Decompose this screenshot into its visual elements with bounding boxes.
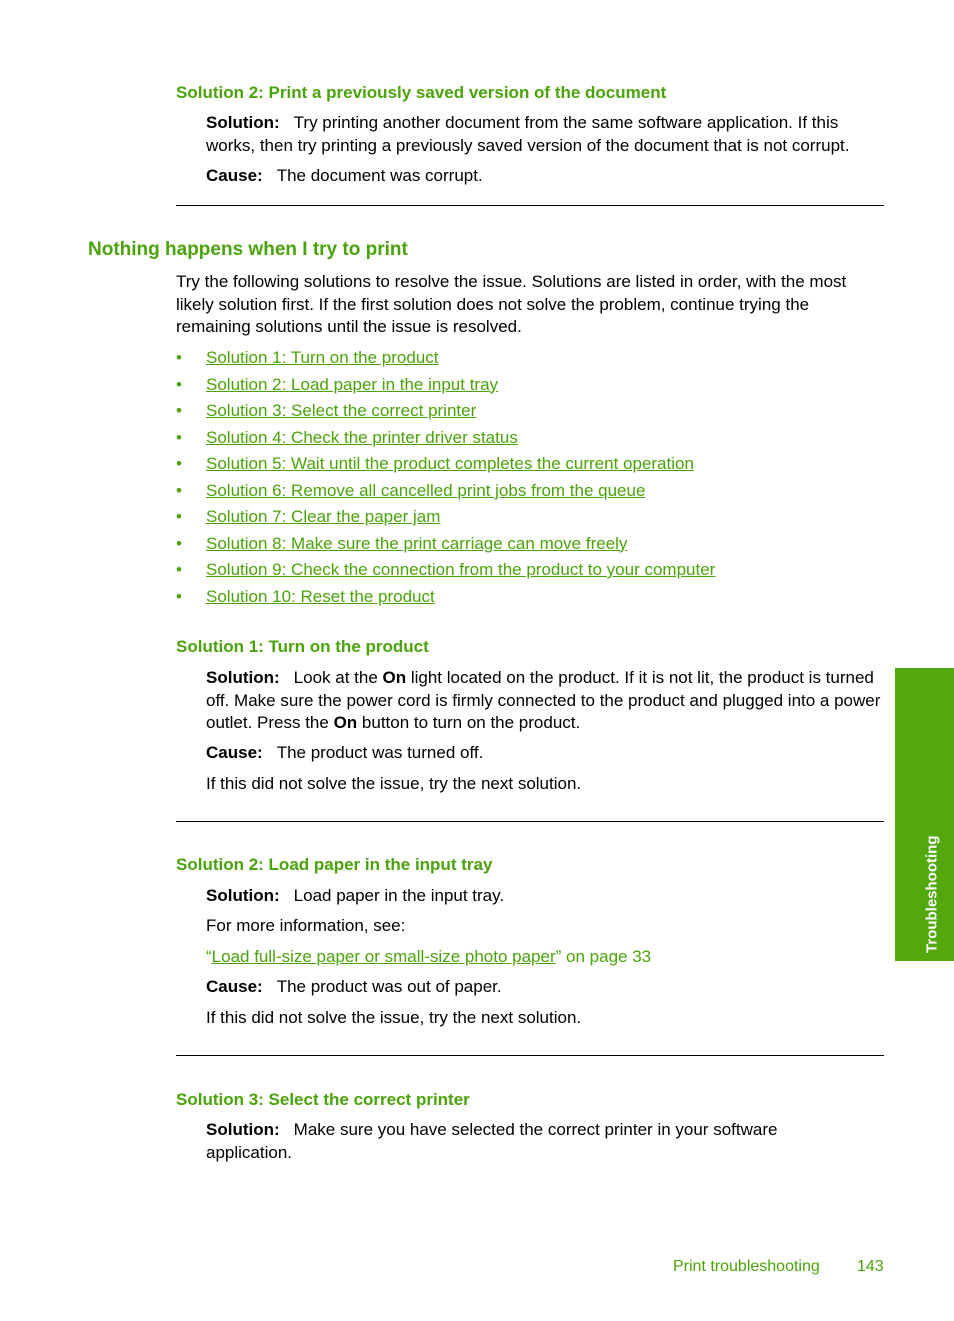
prev-cause-paragraph: Cause: The document was corrupt. — [206, 165, 483, 188]
cause-text: The product was turned off. — [276, 743, 484, 762]
divider — [176, 1055, 884, 1056]
solution-link-4[interactable]: Solution 4: Check the printer driver sta… — [206, 425, 518, 451]
solution-text: Try printing another document from the s… — [206, 113, 850, 155]
on-button-term: On — [333, 713, 358, 732]
divider — [176, 205, 884, 206]
solution-text: Look at the — [293, 668, 383, 687]
solution-link-1[interactable]: Solution 1: Turn on the product — [206, 345, 439, 371]
bullet-icon: • — [176, 374, 182, 394]
solution-text: Load paper in the input tray. — [293, 886, 505, 905]
page-reference: ” on page 33 — [555, 947, 652, 966]
solution-2-next: If this did not solve the issue, try the… — [206, 1008, 582, 1027]
solution-link-6[interactable]: Solution 6: Remove all cancelled print j… — [206, 478, 645, 504]
bullet-icon: • — [176, 427, 182, 447]
bullet-icon: • — [176, 401, 182, 420]
solution-link-10[interactable]: Solution 10: Reset the product — [206, 584, 435, 610]
prev-solution-paragraph: Solution: Try printing another document f… — [206, 112, 886, 157]
solution-link-8[interactable]: Solution 8: Make sure the print carriage… — [206, 531, 627, 557]
cause-label: Cause: — [206, 166, 263, 185]
bullet-icon: • — [176, 533, 182, 553]
load-paper-link[interactable]: Load full-size paper or small-size photo… — [212, 947, 556, 966]
solution-1-next: If this did not solve the issue, try the… — [206, 774, 582, 793]
solution-label: Solution: — [206, 1120, 280, 1139]
bullet-icon: • — [176, 348, 182, 367]
solution-1-paragraph: Solution: Look at the On light located on… — [206, 667, 888, 735]
solution-2-heading: Solution 2: Load paper in the input tray — [176, 855, 493, 874]
cause-text: The document was corrupt. — [276, 166, 483, 185]
chapter-side-tab: Troubleshooting — [895, 668, 954, 961]
bullet-icon: • — [176, 480, 182, 500]
solution-link-3[interactable]: Solution 3: Select the correct printer — [206, 398, 476, 424]
solution-text: button to turn on the product. — [357, 713, 581, 732]
cause-text: The product was out of paper. — [276, 977, 502, 996]
cause-label: Cause: — [206, 743, 263, 762]
solution-link-7[interactable]: Solution 7: Clear the paper jam — [206, 504, 440, 530]
solution-text: Make sure you have selected the correct … — [206, 1120, 778, 1162]
solution-link-5[interactable]: Solution 5: Wait until the product compl… — [206, 451, 694, 477]
section-intro: Try the following solutions to resolve t… — [176, 272, 847, 336]
solution-link-2[interactable]: Solution 2: Load paper in the input tray — [206, 372, 498, 398]
solution-2-paragraph: Solution: Load paper in the input tray. — [206, 885, 504, 908]
page-number: 143 — [857, 1258, 884, 1275]
bullet-icon: • — [176, 560, 182, 579]
solution-label: Solution: — [206, 113, 280, 132]
cause-label: Cause: — [206, 977, 263, 996]
solution-3-heading: Solution 3: Select the correct printer — [176, 1090, 470, 1109]
solution-1-heading: Solution 1: Turn on the product — [176, 637, 429, 656]
solution-3-paragraph: Solution: Make sure you have selected the… — [206, 1119, 866, 1164]
prev-solution-heading: Solution 2: Print a previously saved ver… — [176, 83, 667, 102]
on-light-term: On — [382, 668, 407, 687]
bullet-icon: • — [176, 454, 182, 473]
more-info-text: For more information, see: — [206, 916, 406, 935]
side-tab-label: Troubleshooting — [923, 835, 940, 954]
section-title: Nothing happens when I try to print — [88, 239, 408, 260]
footer-chapter: Print troubleshooting — [673, 1258, 820, 1275]
divider — [176, 821, 884, 822]
solution-label: Solution: — [206, 886, 280, 905]
solution-link-9[interactable]: Solution 9: Check the connection from th… — [206, 557, 715, 583]
bullet-icon: • — [176, 586, 182, 606]
solution-label: Solution: — [206, 668, 280, 687]
solution-1-cause: Cause: The product was turned off. — [206, 742, 483, 765]
solution-2-cause: Cause: The product was out of paper. — [206, 976, 502, 999]
bullet-icon: • — [176, 507, 182, 526]
cross-reference: “Load full-size paper or small-size phot… — [206, 946, 651, 969]
